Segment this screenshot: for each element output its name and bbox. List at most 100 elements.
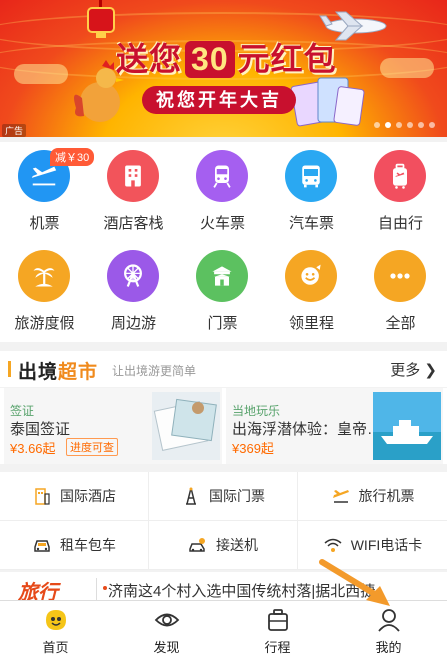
train-icon	[196, 150, 248, 202]
more-link[interactable]: 更多 ❯	[390, 359, 437, 380]
ad-label: 广告	[2, 124, 27, 137]
service-free-travel[interactable]: 自由行	[356, 142, 445, 242]
wifi-icon	[324, 538, 342, 552]
bus-icon	[285, 150, 337, 202]
suitcase-icon	[268, 609, 288, 631]
bottom-tab-bar: 首页 发现 行程 我的	[0, 600, 447, 654]
card-price: ¥369起	[232, 441, 274, 456]
carousel-dots[interactable]	[374, 122, 435, 128]
banner-cloud	[380, 58, 434, 78]
car-icon	[34, 540, 50, 552]
banner-title: 送您 30 元红包	[116, 34, 337, 80]
news-bullet	[103, 586, 107, 590]
service-label: 汽车票	[288, 215, 334, 232]
service-label: 旅游度假	[14, 315, 75, 332]
link-label: 租车包车	[60, 537, 116, 553]
hotel-icon	[107, 150, 159, 202]
link-label: 国际门票	[209, 488, 265, 504]
tab-mine[interactable]: 我的	[333, 601, 444, 654]
tab-label: 首页	[42, 640, 69, 654]
tab-label: 我的	[375, 640, 402, 654]
link-label: WIFI电话卡	[350, 537, 423, 553]
product-card-snorkel[interactable]: 当地玩乐 出海浮潜体验：皇帝… ¥369起	[226, 388, 443, 464]
section-accent-bar	[8, 361, 11, 377]
home-icon	[46, 610, 66, 630]
carousel-dot[interactable]	[374, 122, 380, 128]
service-label: 火车票	[199, 215, 245, 232]
banner-title-pre: 送您	[116, 41, 183, 77]
product-card-visa[interactable]: 签证 泰国签证 ¥3.66起 进度可查	[4, 388, 222, 464]
more-icon	[374, 250, 426, 302]
tower-icon	[186, 487, 196, 505]
section-brand: 出境超市	[18, 357, 98, 384]
tab-home[interactable]: 首页	[0, 601, 111, 654]
service-tickets[interactable]: 门票	[178, 242, 267, 342]
boat-image	[373, 392, 441, 460]
service-buses[interactable]: 汽车票	[267, 142, 356, 242]
service-label: 酒店客栈	[103, 215, 164, 232]
plane-small-icon	[332, 490, 349, 503]
card-tag: 签证	[10, 404, 35, 418]
link-intl-hotels[interactable]: 国际酒店	[0, 472, 149, 521]
service-nearby[interactable]: 周边游	[89, 242, 178, 342]
palm-icon	[18, 250, 70, 302]
pickup-icon	[189, 538, 205, 552]
link-car-rental[interactable]: 租车包车	[0, 521, 149, 570]
news-headline[interactable]: 济南这4个村入选中国传统村落|据北西捷，	[108, 580, 390, 601]
carousel-dot[interactable]	[385, 122, 391, 128]
eye-icon	[154, 613, 180, 627]
service-trains[interactable]: 火车票	[178, 142, 267, 242]
link-wifi-sim[interactable]: WIFI电话卡	[298, 521, 447, 570]
tab-label: 行程	[264, 640, 291, 654]
gate-icon	[196, 250, 248, 302]
banner-cloud	[14, 64, 68, 84]
card-price: ¥3.66起	[10, 441, 56, 456]
link-label: 接送机	[216, 537, 258, 553]
service-mileage[interactable]: 领里程	[267, 242, 356, 342]
service-label: 周边游	[110, 315, 156, 332]
carousel-dot[interactable]	[418, 122, 424, 128]
product-cards: 签证 泰国签证 ¥3.66起 进度可查 当地玩乐 出海浮潜体验：皇帝… ¥369…	[0, 388, 447, 464]
app-screen: 送您 30 元红包 祝您开年大吉 广告 减￥30 机票 酒店客栈 火车票 汽车票…	[0, 0, 447, 654]
tab-discover[interactable]: 发现	[111, 601, 222, 654]
service-all[interactable]: 全部	[356, 242, 445, 342]
service-label: 门票	[207, 315, 238, 332]
card-tag: 当地玩乐	[232, 404, 281, 418]
carousel-dot[interactable]	[429, 122, 435, 128]
user-icon	[378, 609, 400, 632]
progress-tag: 进度可查	[66, 438, 118, 456]
banner-subtitle: 祝您开年大吉	[142, 86, 296, 114]
building-icon	[35, 488, 50, 505]
ferris-wheel-icon	[107, 250, 159, 302]
card-title: 泰国签证	[10, 421, 71, 438]
service-hotels[interactable]: 酒店客栈	[89, 142, 178, 242]
quick-links: 国际酒店 国际门票 旅行机票 租车包车 接送机 WIFI电话卡	[0, 472, 447, 570]
promo-banner[interactable]: 送您 30 元红包 祝您开年大吉 广告	[0, 0, 447, 137]
tab-itinerary[interactable]: 行程	[222, 601, 333, 654]
service-label: 自由行	[377, 215, 423, 232]
carousel-dot[interactable]	[407, 122, 413, 128]
tab-label: 发现	[153, 640, 180, 654]
service-label: 机票	[29, 215, 60, 232]
link-intl-tickets[interactable]: 国际门票	[149, 472, 298, 521]
service-vacation[interactable]: 旅游度假	[0, 242, 89, 342]
carousel-dot[interactable]	[396, 122, 402, 128]
service-label: 全部	[385, 315, 416, 332]
service-flights[interactable]: 减￥30 机票	[0, 142, 95, 242]
link-label: 国际酒店	[60, 488, 116, 504]
link-flight-tickets[interactable]: 旅行机票	[298, 472, 447, 521]
outbound-market-header: 出境超市 让出境游更简单 更多 ❯	[0, 351, 447, 387]
discount-badge: 减￥30	[50, 148, 95, 166]
lantern-icon	[87, 0, 115, 38]
service-grid: 减￥30 机票 酒店客栈 火车票 汽车票 自由行 旅游度假 周边游 门票 领里程…	[0, 142, 447, 342]
luggage-icon	[374, 150, 426, 202]
section-brand-highlight: 超市	[58, 362, 99, 383]
passport-image	[152, 392, 220, 460]
smile-icon	[285, 250, 337, 302]
section-slogan: 让出境游更简单	[112, 364, 197, 378]
service-label: 领里程	[288, 315, 334, 332]
tickets-icon	[290, 77, 365, 127]
section-brand-part: 出境	[18, 362, 59, 383]
news-ticker[interactable]: 旅行 济南这4个村入选中国传统村落|据北西捷，	[0, 572, 447, 602]
link-airport-transfer[interactable]: 接送机	[149, 521, 298, 570]
